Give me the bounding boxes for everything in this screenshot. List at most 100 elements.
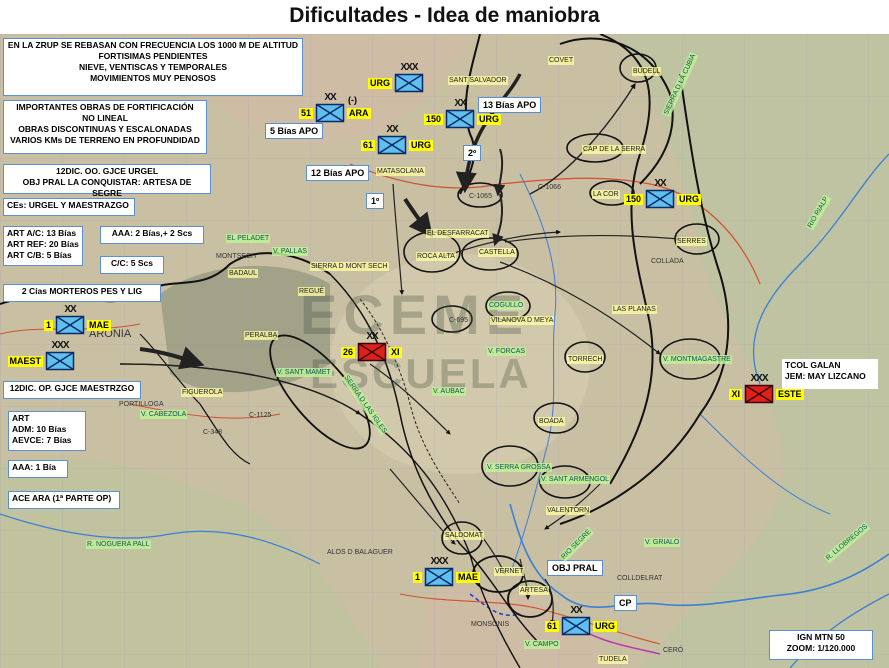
unit-name: XI — [389, 347, 402, 358]
unit-echelon: XXX — [430, 556, 448, 567]
place-label: LAS PLANAS — [612, 305, 657, 314]
fortifications-box: IMPORTANTES OBRAS DE FORTIFICACIÓN NO LI… — [3, 100, 207, 154]
place-label: EL PELADET — [226, 234, 271, 243]
unit-echelon: XX — [654, 178, 666, 189]
art-line: ART REF: 20 Bías — [7, 239, 79, 249]
unit-name: MAEST — [7, 356, 43, 367]
place-label: COLLADA — [651, 258, 684, 265]
unit-frame — [645, 189, 675, 209]
place-label: ROCA ALTA — [416, 252, 456, 261]
unit-name: URG — [368, 78, 392, 89]
place-label: SALDOMAT — [444, 531, 484, 540]
maestrzgo-division-text: 12DIC. OP. GJCE MAESTRZGO — [9, 383, 135, 393]
unit-frame — [424, 567, 454, 587]
art-line: ART C/B: 5 Bías — [7, 250, 72, 260]
unit-name: URG — [409, 140, 433, 151]
ace-text: ACE ARA (1ª PARTE OP) — [12, 493, 112, 503]
unit-number: 61 — [544, 621, 559, 632]
art2-box: ART ADM: 10 Bías AEVCE: 7 Bías — [8, 411, 86, 451]
unit-echelon: XX — [366, 331, 378, 342]
place-label: COLLDELRAT — [617, 575, 663, 582]
place-label: V. CAMPO — [524, 640, 560, 649]
place-label: ARONIA — [89, 328, 132, 340]
unit-number: 1 — [43, 320, 53, 331]
unit-symbol-urg-150b: XX URG 150 — [623, 178, 701, 209]
place-label: CERÓ — [663, 647, 684, 654]
watermark: ECEME — [300, 283, 530, 346]
ign-box: IGN MTN 50 ZOOM: 1/120.000 — [769, 630, 873, 660]
unit-number: 150 — [423, 114, 443, 125]
place-label: LA COR — [592, 190, 620, 199]
place-label: PORTILLOGA — [119, 401, 164, 408]
place-label: V. AUBAC — [432, 387, 466, 396]
unit-frame — [744, 384, 774, 404]
slide-title: Dificultades - Idea de maniobra — [289, 4, 600, 27]
unit-symbol-urg-150a: XX URG 150 — [423, 98, 501, 129]
unit-symbol-xi-26: XX XI 26 — [340, 331, 402, 362]
unit-name: MAE — [87, 320, 111, 331]
place-label: V. PALLAS — [272, 247, 308, 256]
place-label: VALENTORN — [546, 506, 591, 515]
art-box: ART A/C: 13 Bías ART REF: 20 Bías ART C/… — [3, 226, 83, 266]
cc-box: C/C: 5 Scs — [100, 256, 164, 274]
apo12-label: 12 Bías APO — [306, 165, 370, 181]
second-echelon-label: 2º — [463, 145, 482, 161]
unit-frame — [561, 616, 591, 636]
aaa2-text: AAA: 1 Bía — [12, 462, 56, 472]
fortification-line: NO LINEAL — [82, 113, 128, 123]
unit-number: 1 — [412, 572, 422, 583]
art2-line: ADM: 10 Bías — [12, 424, 67, 434]
ign-line: ZOOM: 1/120.000 — [786, 643, 856, 653]
obj-pral-label: OBJ PRAL — [547, 560, 603, 576]
place-label: V. FORCAS — [487, 347, 527, 356]
fortification-line: IMPORTANTES OBRAS DE FORTIFICACIÓN — [16, 102, 194, 112]
cc-text: C/C: 5 Scs — [110, 258, 154, 268]
unit-echelon: XXX — [750, 373, 768, 384]
ces-text: CEs: URGEL Y MAESTRAZGO — [7, 200, 129, 210]
place-label: COVET — [548, 56, 575, 65]
apo5-label: 5 Bías APO — [265, 123, 324, 139]
place-label: V. CABEZOLA — [140, 410, 188, 419]
place-label: C-1125 — [249, 412, 272, 419]
place-label: V. SANT MAMET — [276, 368, 332, 377]
unit-name: ESTE — [776, 389, 804, 400]
place-label: MATASOLANA — [376, 167, 425, 176]
place-label: C-348 — [203, 429, 223, 436]
unit-symbol-mae-1b: XXX MAE 1 — [412, 556, 480, 587]
tcol-line: JEM: MAY LIZCANO — [785, 371, 866, 381]
place-label: SANT SALVADOR — [448, 76, 508, 85]
unit-frame — [55, 315, 85, 335]
unit-echelon: XX — [570, 605, 582, 616]
morteros-box: 2 Cías MORTEROS PES Y LIG — [3, 284, 161, 302]
aaa-text: AAA: 2 Bías,+ 2 Scs — [111, 228, 193, 238]
unit-number: 51 — [298, 108, 313, 119]
slide: Dificultades - Idea de maniobra ECEME ES… — [0, 0, 889, 668]
unit-symbol-urg-top: XXX URG — [368, 62, 424, 93]
place-label: CASTELLA — [478, 248, 516, 257]
urgel-division-box: 12DIC. OO. GJCE URGEL OBJ PRAL LA CONQUI… — [3, 164, 211, 198]
place-label: CAP DE LA SERRA — [582, 145, 647, 154]
tcol-line: TCOL GALAN — [785, 360, 841, 370]
place-label: EL DESFARRACAT — [426, 229, 490, 238]
urgel-division-line: OBJ PRAL LA CONQUISTAR: ARTESA DE SEGRE — [22, 177, 192, 198]
unit-frame — [445, 109, 475, 129]
unit-symbol-ara: XX ARA 51 — [298, 92, 371, 123]
unit-number: 150 — [623, 194, 643, 205]
terrain-difficulties-box: EN LA ZRUP SE REBASAN CON FRECUENCIA LOS… — [3, 38, 303, 96]
place-label: FIGUEROLA — [181, 388, 224, 397]
place-label: TUDELA — [598, 655, 628, 664]
fortification-line: VARIOS KMs DE TERRENO EN PROFUNDIDAD — [10, 135, 200, 145]
art-line: ART A/C: 13 Bías — [7, 228, 77, 238]
urgel-division-line: 12DIC. OO. GJCE URGEL — [55, 166, 159, 176]
place-label: REGUÉ — [298, 287, 325, 296]
place-label: C-1066 — [538, 184, 561, 191]
terrain-line: MOVIMIENTOS MUY PENOSOS — [90, 73, 216, 83]
aaa-box: AAA: 2 Bías,+ 2 Scs — [100, 226, 204, 244]
unit-number: XI — [729, 389, 742, 400]
place-label: VERNET — [494, 567, 525, 576]
unit-frame — [394, 73, 424, 93]
place-label: C-1065 — [469, 193, 492, 200]
unit-number: 61 — [360, 140, 375, 151]
unit-name: MAE — [456, 572, 480, 583]
art2-line: AEVCE: 7 Bías — [12, 435, 72, 445]
